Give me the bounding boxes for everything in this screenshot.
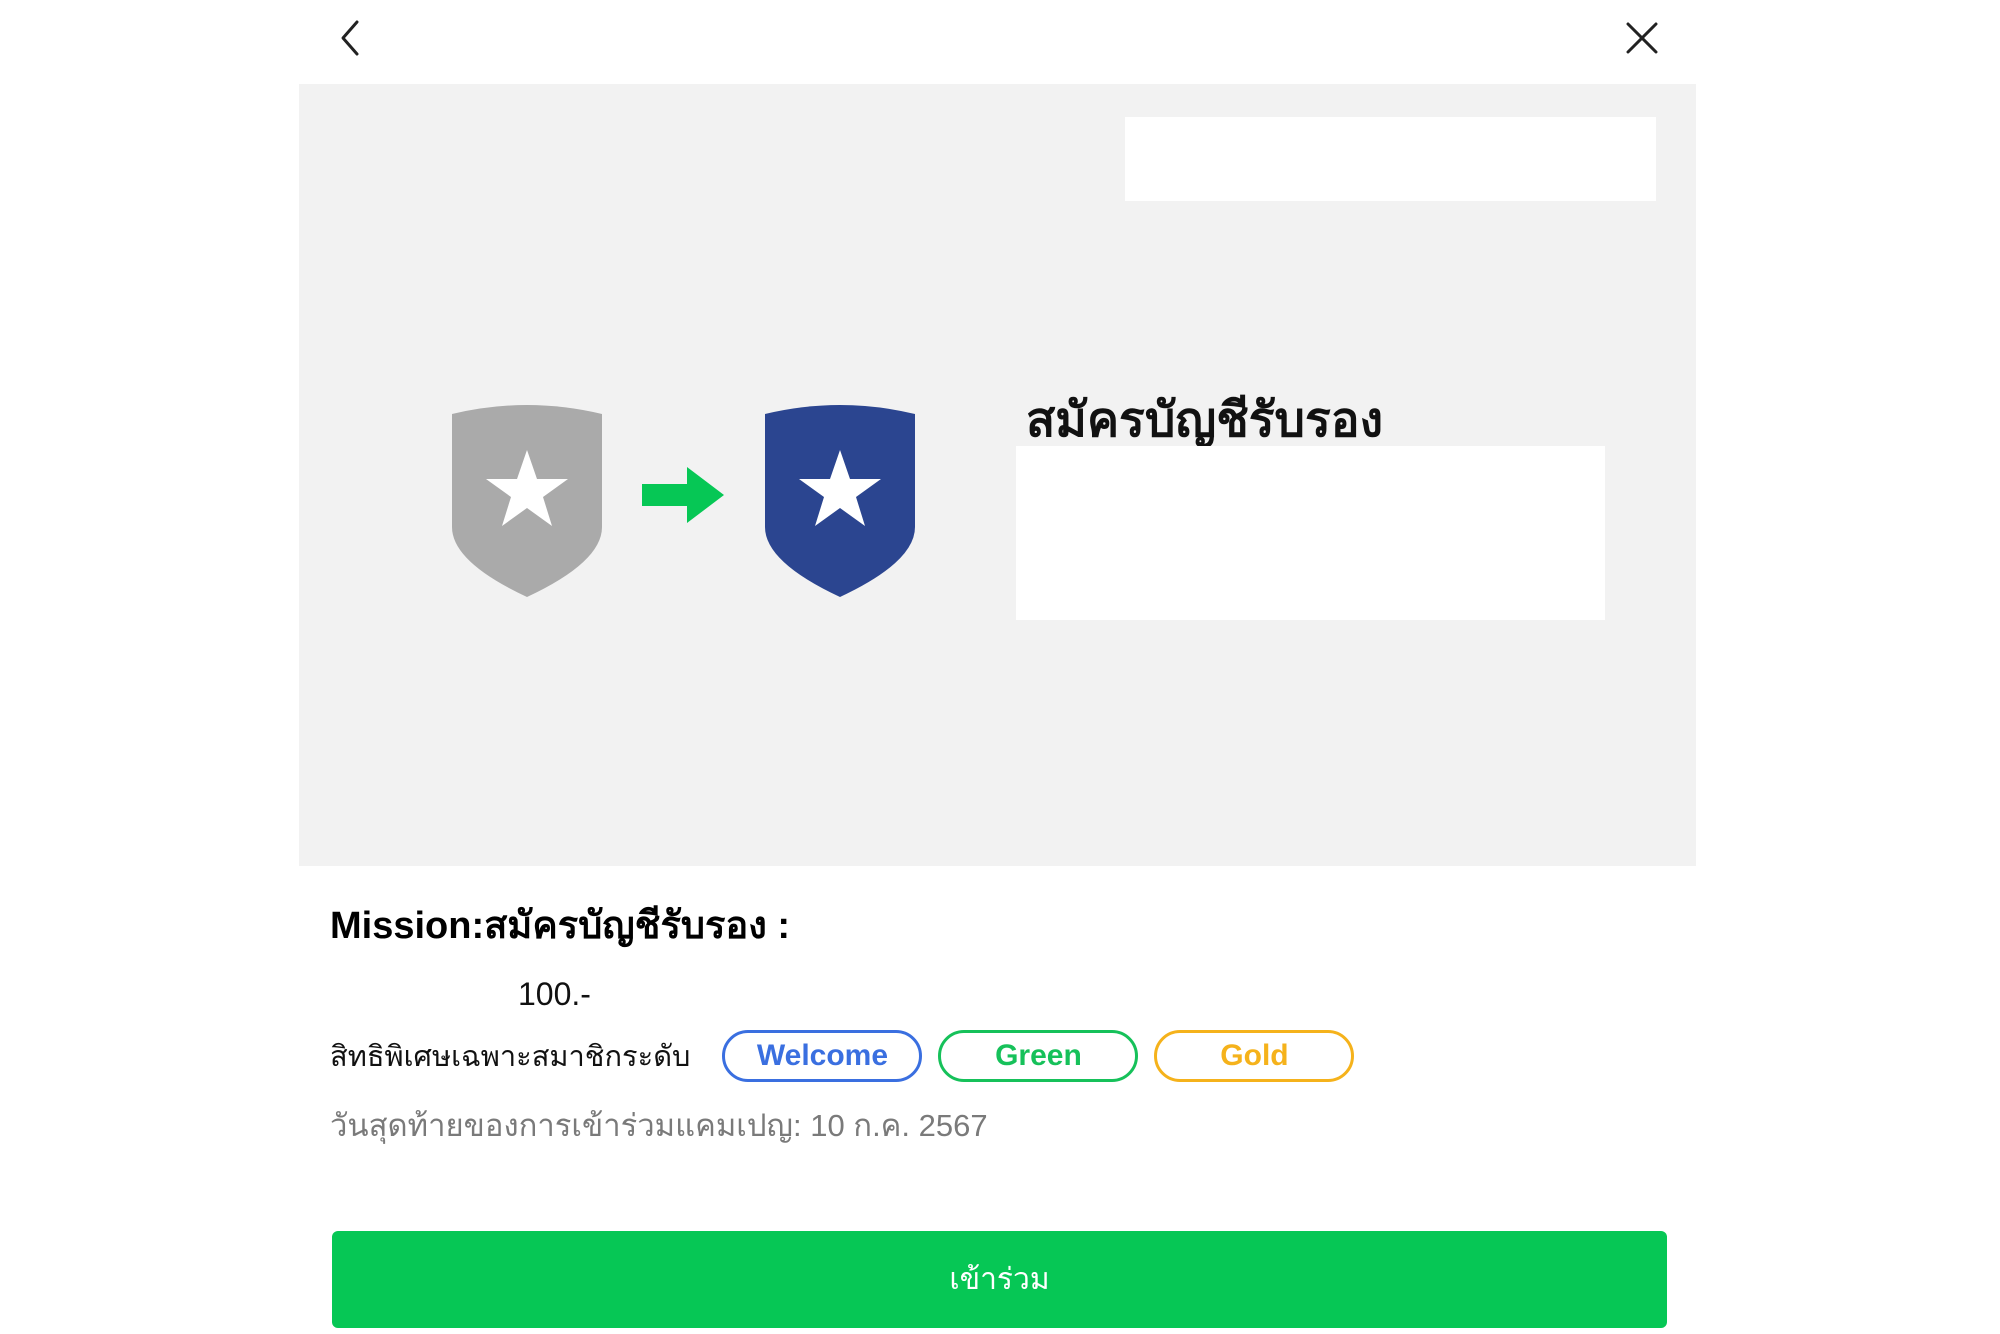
arrow-right-icon [642,467,724,523]
chevron-left-icon [341,20,359,56]
banner-redacted-block [1016,446,1605,620]
deadline-label: วันสุดท้ายของการเข้าร่วมแคมเปญ: [330,1108,802,1143]
tier-badge-welcome: Welcome [722,1030,923,1082]
shield-star-blue-icon [765,405,915,597]
tier-row: สิทธิพิเศษเฉพาะสมาชิกระดับ Welcome Green… [330,1030,1370,1082]
campaign-detail-page: สมัครบัญชีรับรอง Mission:สมัครบัญชีรับรอ… [0,0,2000,1334]
campaign-banner: สมัครบัญชีรับรอง [299,84,1696,866]
shield-star-gray-icon [452,405,602,597]
campaign-deadline: วันสุดท้ายของการเข้าร่วมแคมเปญ: 10 ก.ค. … [330,1100,988,1150]
mission-title: Mission:สมัครบัญชีรับรอง : [330,905,791,947]
close-button[interactable] [1618,14,1666,62]
points-value: 100.- [518,976,591,1012]
banner-redacted-block [1125,117,1656,201]
tier-badge-green: Green [938,1030,1139,1082]
join-button-label: เข้าร่วม [949,1263,1050,1296]
join-button[interactable]: เข้าร่วม [332,1231,1667,1328]
back-button[interactable] [326,14,374,62]
tier-label: สิทธิพิเศษเฉพาะสมาชิกระดับ [330,1041,691,1073]
close-icon [1626,22,1658,54]
deadline-value: 10 ก.ค. 2567 [810,1108,988,1143]
tier-badge-gold: Gold [1154,1030,1355,1082]
